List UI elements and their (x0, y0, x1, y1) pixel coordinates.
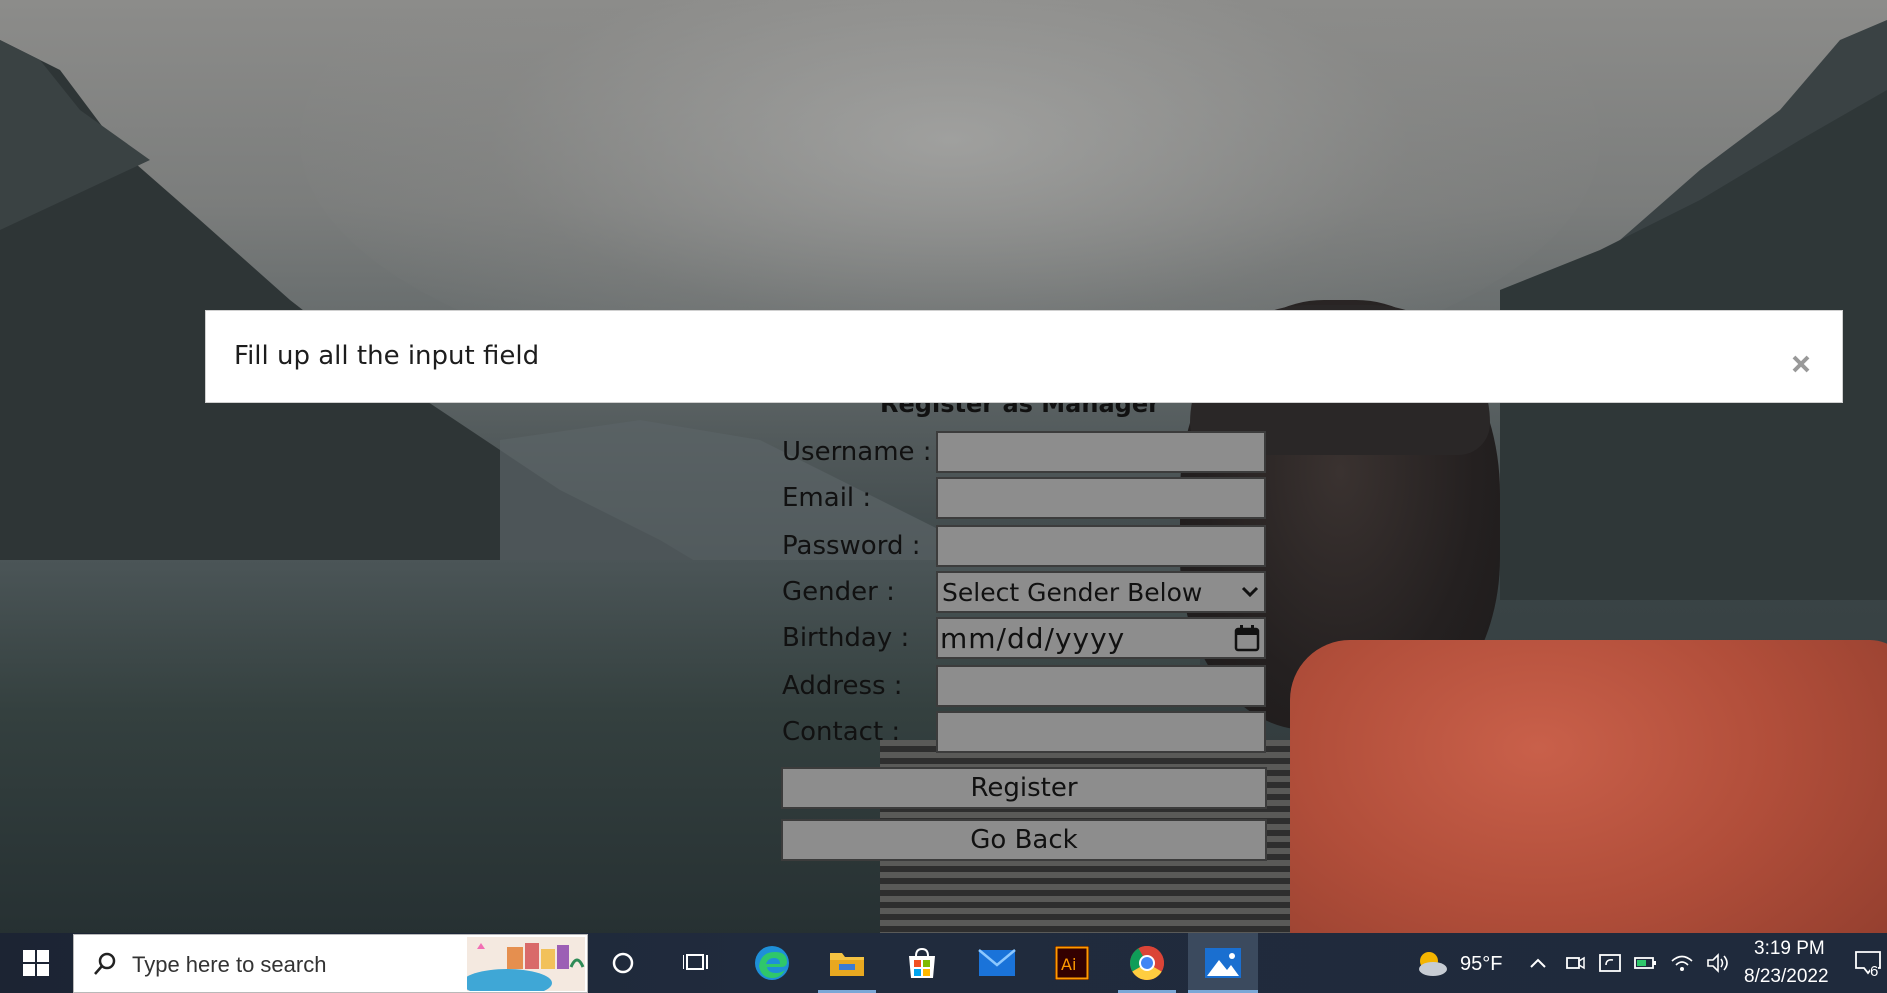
taskbar-search-box[interactable]: Type here to search (73, 934, 588, 993)
meet-now-button[interactable] (1562, 933, 1588, 993)
battery-button[interactable] (1632, 933, 1660, 993)
windows-icon (23, 950, 49, 976)
start-button[interactable] (0, 933, 72, 993)
cortana-icon (612, 952, 634, 974)
gender-select[interactable]: Select Gender Below (936, 571, 1266, 613)
photos-button[interactable] (1188, 933, 1258, 993)
search-placeholder: Type here to search (132, 952, 327, 977)
mail-button[interactable] (972, 933, 1022, 993)
contact-input[interactable] (936, 711, 1266, 753)
chevron-down-icon (1236, 585, 1264, 599)
file-explorer-button[interactable] (822, 933, 872, 993)
alert-banner: Fill up all the input field (205, 310, 1843, 403)
svg-text:Ai: Ai (1061, 955, 1076, 974)
close-icon[interactable] (1790, 353, 1812, 375)
notification-count-badge: 6 (1870, 963, 1879, 980)
wifi-button[interactable] (1668, 933, 1696, 993)
show-hidden-icons-button[interactable] (1525, 933, 1551, 993)
email-label: Email : (782, 483, 872, 513)
chrome-icon (1130, 946, 1164, 980)
alert-message: Fill up all the input field (234, 341, 540, 371)
cortana-button[interactable] (598, 933, 648, 993)
person-backpack (1290, 640, 1887, 933)
sync-button[interactable] (1596, 933, 1624, 993)
notification-center-button[interactable]: 6 (1848, 933, 1887, 993)
gender-select-value: Select Gender Below (942, 577, 1203, 607)
birthday-date-input[interactable]: mm/dd/yyyy (936, 617, 1266, 659)
volume-icon (1707, 953, 1728, 973)
illustrator-button[interactable]: Ai (1047, 933, 1097, 993)
search-icon (94, 952, 116, 975)
mail-icon (978, 949, 1016, 976)
volume-button[interactable] (1704, 933, 1732, 993)
contact-label: Contact : (782, 717, 901, 747)
weather-widget[interactable] (1412, 933, 1452, 993)
search-highlight-image (467, 937, 585, 991)
illustrator-icon: Ai (1055, 946, 1089, 980)
microsoft-store-button[interactable] (897, 933, 947, 993)
birthday-label: Birthday : (782, 623, 910, 653)
calendar-icon[interactable] (1230, 624, 1264, 652)
photos-icon (1205, 948, 1241, 978)
chrome-button[interactable] (1122, 933, 1172, 993)
task-view-button[interactable] (672, 933, 722, 993)
wifi-icon (1671, 955, 1693, 971)
edge-icon (755, 946, 789, 980)
password-label: Password : (782, 531, 921, 561)
sync-icon (1599, 954, 1621, 972)
weather-temperature: 95°F (1460, 953, 1503, 975)
username-label: Username : (782, 437, 932, 467)
email-input[interactable] (936, 477, 1266, 519)
meet-now-icon (1566, 956, 1585, 970)
edge-button[interactable] (747, 933, 797, 993)
clock[interactable]: 3:19 PM 8/23/2022 (1740, 936, 1836, 992)
task-view-icon (683, 954, 708, 970)
password-input[interactable] (936, 525, 1266, 567)
weather-partly-sunny-icon (1419, 952, 1447, 976)
username-input[interactable] (936, 431, 1266, 473)
go-back-button[interactable]: Go Back (781, 819, 1267, 861)
clock-time: 3:19 PM (1754, 938, 1825, 959)
address-label: Address : (782, 671, 903, 701)
gender-label: Gender : (782, 577, 895, 607)
register-button[interactable]: Register (781, 767, 1267, 809)
address-input[interactable] (936, 665, 1266, 707)
file-explorer-icon (830, 953, 864, 976)
battery-charging-icon (1634, 957, 1656, 969)
birthday-date-value: mm/dd/yyyy (940, 621, 1126, 655)
microsoft-store-icon (909, 947, 935, 978)
chevron-up-icon (1530, 958, 1546, 968)
clock-date: 8/23/2022 (1744, 966, 1829, 987)
